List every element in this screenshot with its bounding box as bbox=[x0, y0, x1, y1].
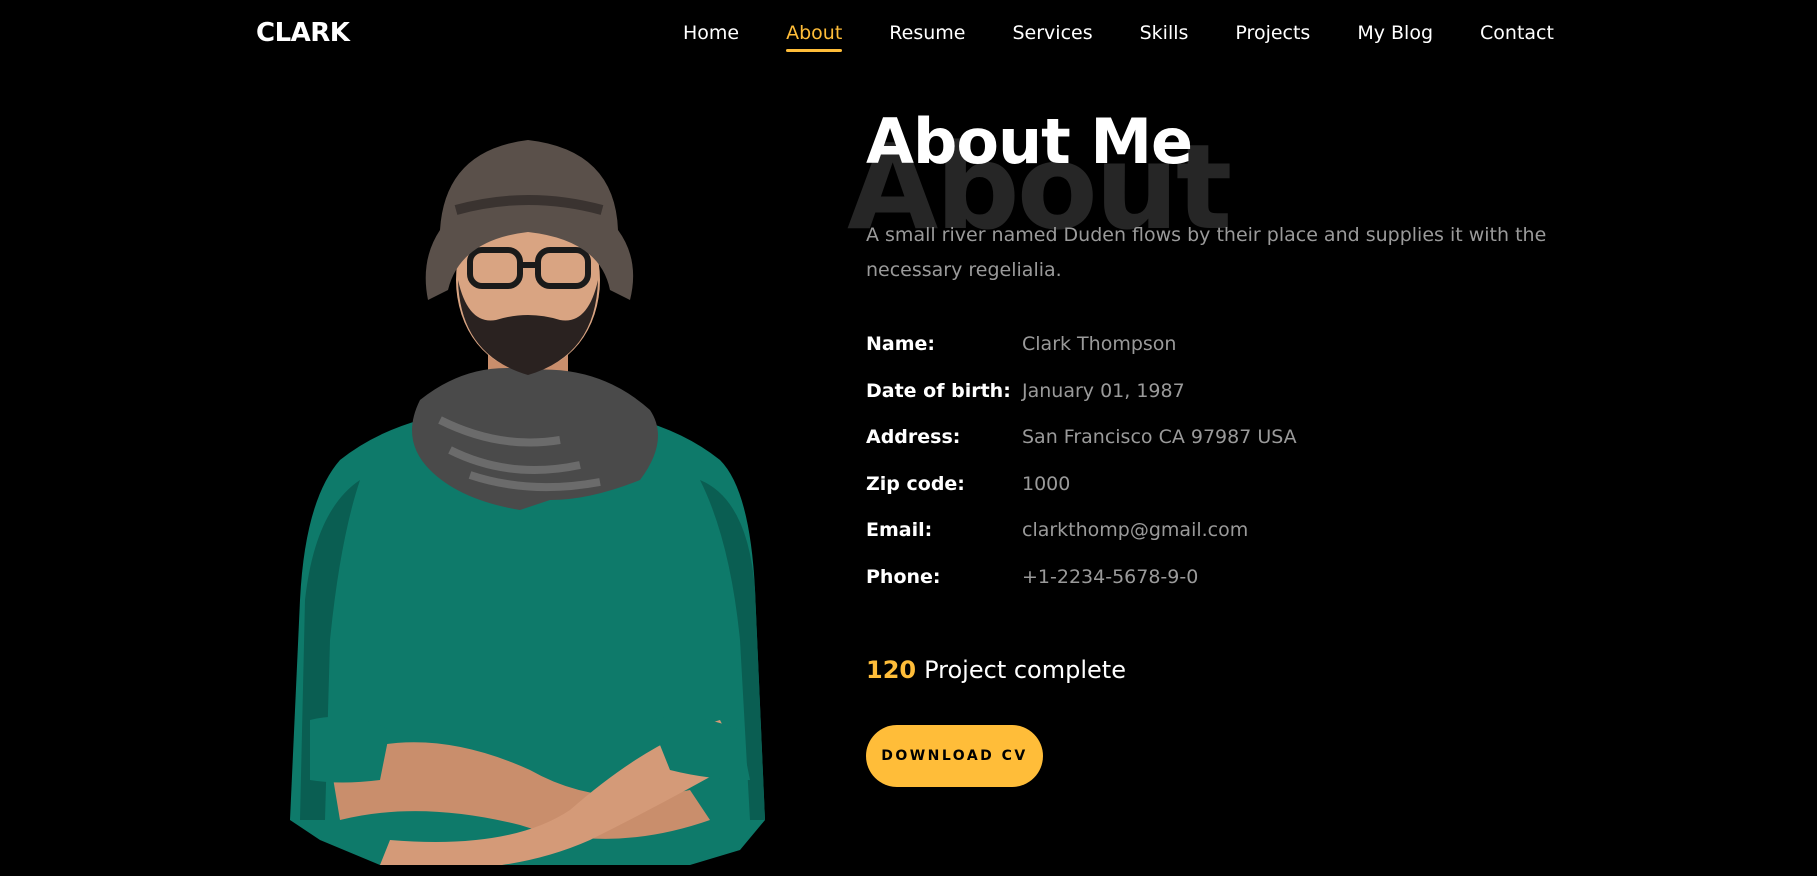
nav-item-projects[interactable]: Projects bbox=[1235, 22, 1310, 50]
detail-row-birth-date: Date of birth: January 01, 1987 bbox=[866, 380, 1566, 427]
detail-value: Clark Thompson bbox=[1022, 333, 1177, 355]
personal-details-list: Name: Clark Thompson Date of birth: Janu… bbox=[866, 333, 1566, 613]
download-cv-button[interactable]: DOWNLOAD CV bbox=[866, 725, 1043, 787]
top-navbar: CLARK Home About Resume Services Skills … bbox=[0, 0, 1817, 72]
nav-item-skills[interactable]: Skills bbox=[1140, 22, 1189, 50]
nav-item-contact[interactable]: Contact bbox=[1480, 22, 1554, 50]
counter-label: Project complete bbox=[924, 656, 1126, 684]
counter-number: 120 bbox=[866, 656, 917, 684]
detail-value: January 01, 1987 bbox=[1022, 379, 1185, 402]
projects-counter: 120 Project complete bbox=[866, 656, 1126, 684]
nav-item-about[interactable]: About bbox=[786, 22, 843, 52]
brand-logo[interactable]: CLARK bbox=[256, 18, 350, 48]
nav-item-services[interactable]: Services bbox=[1012, 22, 1092, 50]
page-title: About Me bbox=[866, 105, 1193, 178]
detail-label: Phone: bbox=[866, 565, 941, 588]
detail-value: San Francisco CA 97987 USA bbox=[1022, 426, 1297, 449]
nav-item-resume[interactable]: Resume bbox=[889, 22, 965, 50]
detail-row-phone: Phone: +1-2234-5678-9-0 bbox=[866, 566, 1566, 613]
nav-item-home[interactable]: Home bbox=[683, 22, 739, 50]
person-portrait-photo bbox=[290, 140, 765, 865]
detail-value[interactable]: clarkthomp@gmail.com bbox=[1022, 519, 1248, 541]
detail-label: Name: bbox=[866, 333, 936, 355]
detail-row-email: Email: clarkthomp@gmail.com bbox=[866, 519, 1566, 566]
detail-label: Date of birth: bbox=[866, 379, 1011, 402]
main-menu: Home About Resume Services Skills Projec… bbox=[683, 22, 1554, 52]
detail-label: Email: bbox=[866, 519, 933, 542]
detail-row-name: Name: Clark Thompson bbox=[866, 333, 1566, 380]
detail-value[interactable]: +1-2234-5678-9-0 bbox=[1022, 566, 1198, 588]
nav-item-blog[interactable]: My Blog bbox=[1357, 22, 1433, 50]
detail-value: 1000 bbox=[1022, 472, 1071, 495]
detail-row-zip: Zip code: 1000 bbox=[866, 473, 1566, 520]
about-page: CLARK Home About Resume Services Skills … bbox=[0, 0, 1817, 876]
about-intro-text: A small river named Duden flows by their… bbox=[866, 224, 1547, 281]
detail-label: Zip code: bbox=[866, 472, 965, 495]
detail-label: Address: bbox=[866, 426, 961, 449]
detail-row-address: Address: San Francisco CA 97987 USA bbox=[866, 426, 1566, 473]
